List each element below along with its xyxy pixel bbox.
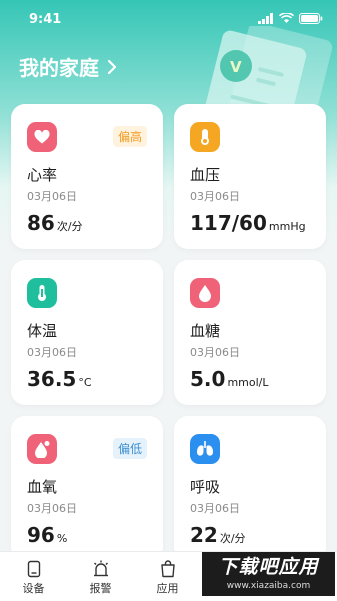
card-date: 03月06日 [27, 190, 77, 203]
respiration-card[interactable]: 呼吸 03月06日 22 次/分 [174, 416, 326, 561]
heart-icon [27, 122, 57, 152]
tab-alarm[interactable]: 报警 [67, 552, 134, 601]
watermark-text: 下载吧应用 [218, 556, 319, 578]
tab-label: 应用 [156, 582, 179, 595]
card-value: 36.5 [27, 367, 77, 391]
tab-device[interactable]: 设备 [0, 552, 67, 601]
thermometer-icon [27, 278, 57, 308]
card-value: 5.0 [190, 367, 226, 391]
blood-pressure-card[interactable]: 血压 03月06日 117/60 mmHg [174, 104, 326, 249]
card-unit: 次/分 [219, 532, 246, 545]
watermark-logo: 下载吧应用 www.xiazaiba.com [202, 552, 335, 596]
tab-apps[interactable]: 应用 [134, 552, 201, 601]
card-title: 体温 [27, 322, 58, 340]
signal-icon [258, 13, 273, 24]
family-header-link[interactable]: 我的家庭 [19, 52, 117, 81]
blood-oxygen-card[interactable]: 偏低 血氧 03月06日 96% [11, 416, 163, 561]
card-value-row: 96% [27, 523, 67, 547]
card-value-row: 117/60 mmHg [190, 211, 306, 235]
card-title: 血压 [190, 166, 221, 184]
watermark-url: www.xiazaiba.com [226, 581, 311, 591]
card-value: 117/60 [190, 211, 267, 235]
card-title: 心率 [27, 166, 58, 184]
lungs-icon [190, 434, 220, 464]
tab-label: 设备 [22, 582, 45, 595]
wifi-icon [279, 13, 294, 23]
app-icon [160, 558, 176, 580]
status-badge-low: 偏低 [112, 438, 147, 459]
card-date: 03月06日 [190, 502, 240, 515]
battery-icon [299, 13, 323, 24]
blood-sugar-card[interactable]: 血糖 03月06日 5.0 mmol/L [174, 260, 326, 405]
card-unit: mmol/L [227, 376, 269, 389]
oxygen-drop-icon [27, 434, 57, 464]
card-date: 03月06日 [27, 502, 77, 515]
chevron-right-icon [107, 59, 117, 74]
card-date: 03月06日 [190, 190, 240, 203]
body-temperature-card[interactable]: 体温 03月06日 36.5 °C [11, 260, 163, 405]
card-value: 96 [27, 523, 55, 547]
card-unit: 次/分 [56, 220, 83, 233]
status-time: 9:41 [29, 12, 62, 27]
page-title: 我的家庭 [19, 56, 99, 80]
card-unit: mmHg [268, 220, 306, 233]
card-value: 22 [190, 523, 218, 547]
card-title: 血氧 [27, 478, 58, 496]
card-unit: °C [78, 376, 92, 389]
svg-text:V: V [230, 58, 242, 76]
card-value-row: 22 次/分 [190, 523, 246, 547]
card-value: 86 [27, 211, 55, 235]
card-date: 03月06日 [27, 346, 77, 359]
alarm-icon [92, 558, 110, 580]
card-date: 03月06日 [190, 346, 240, 359]
status-badge-high: 偏高 [112, 126, 147, 147]
card-value-row: 5.0 mmol/L [190, 367, 269, 391]
device-icon [27, 558, 41, 580]
card-value-row: 86 次/分 [27, 211, 83, 235]
status-icons [258, 13, 323, 24]
card-title: 呼吸 [190, 478, 221, 496]
card-unit: % [56, 532, 68, 545]
card-value-row: 36.5 °C [27, 367, 92, 391]
drop-icon [190, 278, 220, 308]
card-title: 血糖 [190, 322, 221, 340]
tab-label: 报警 [89, 582, 112, 595]
blood-pressure-icon [190, 122, 220, 152]
heart-rate-card[interactable]: 偏高 心率 03月06日 86 次/分 [11, 104, 163, 249]
